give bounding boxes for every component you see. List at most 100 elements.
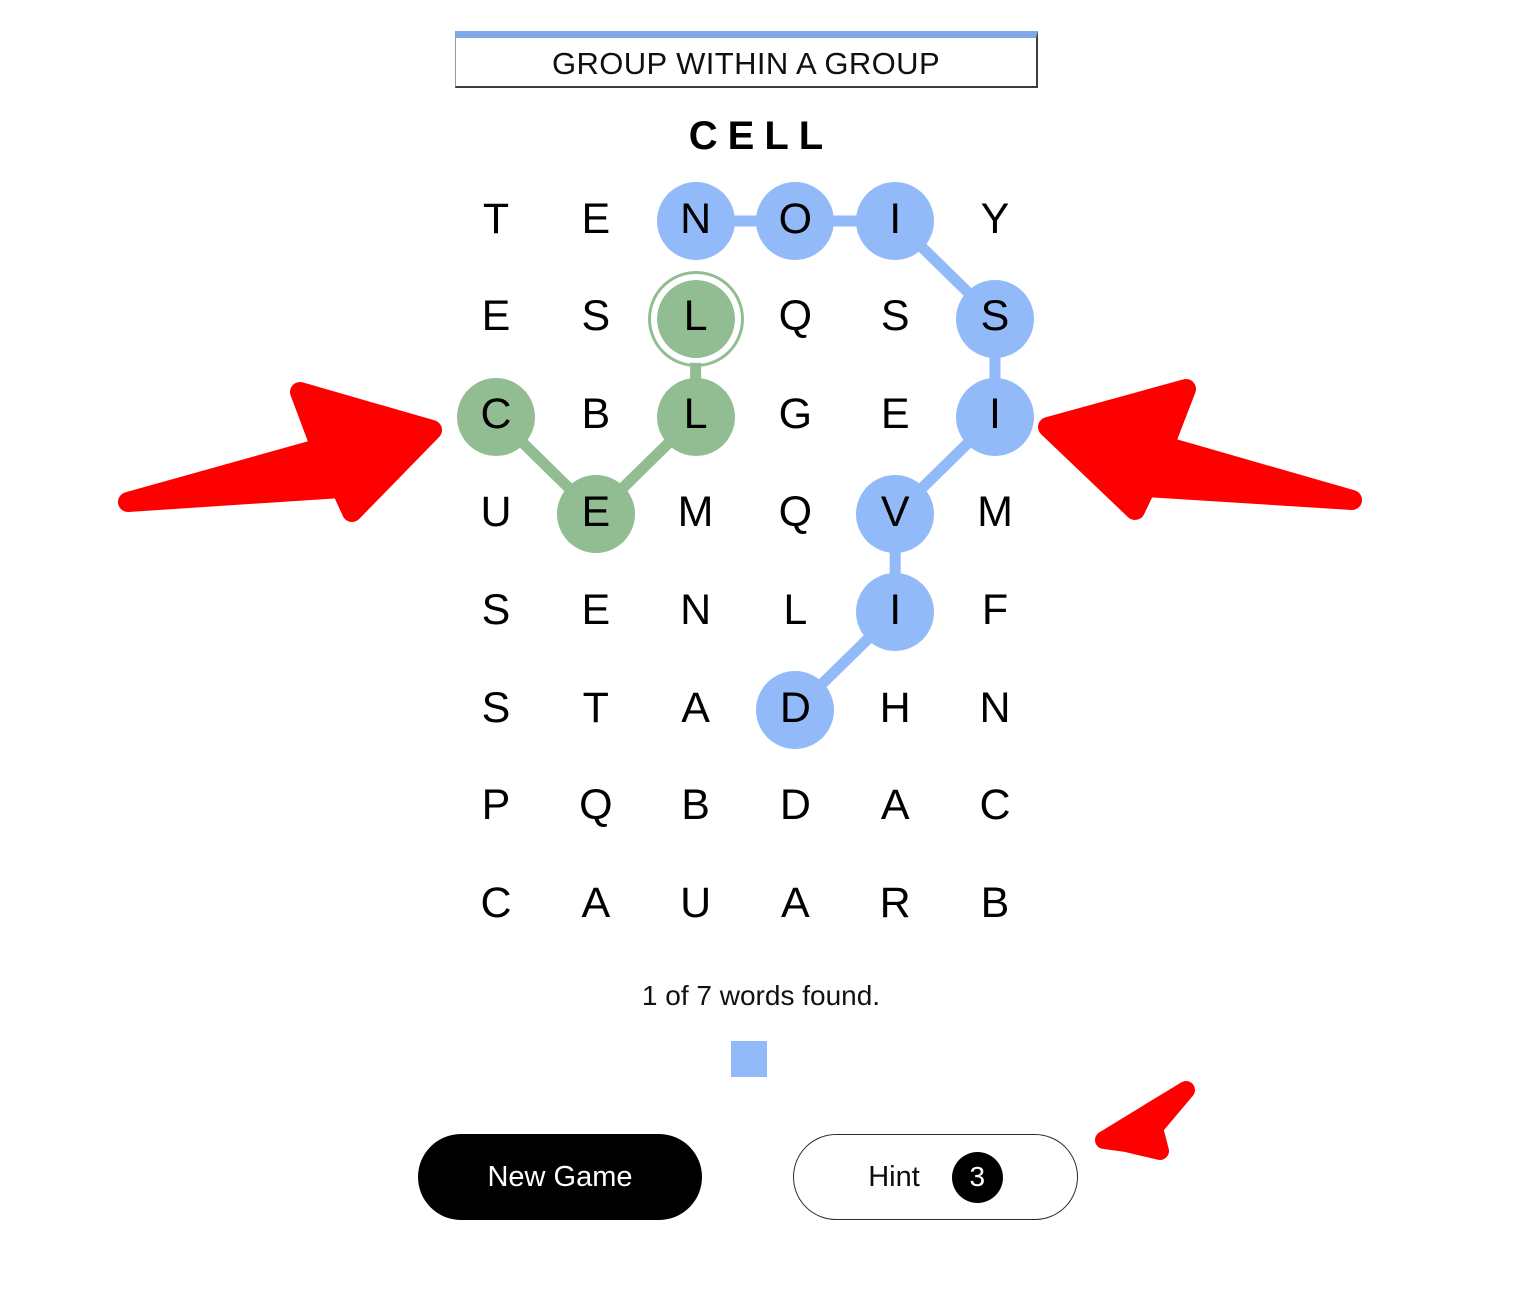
grid-cell-r6c1[interactable]: S [457,671,535,749]
category-banner: GROUP WITHIN A GROUP [455,31,1038,88]
grid-cell-letter: E [880,390,910,439]
grid-cell-r5c1[interactable]: S [457,573,535,651]
grid-cell-letter: N [680,585,712,634]
grid-cell-r6c3[interactable]: A [657,671,735,749]
grid-cell-r4c1[interactable]: U [457,475,535,553]
grid-cell-letter: A [781,879,810,928]
grid-cell-r7c4[interactable]: D [756,769,834,847]
grid-cell-letter: T [482,194,510,243]
grid-cell-letter: N [680,194,712,243]
grid-cell-letter: F [981,585,1009,634]
grid-cell-r2c3[interactable]: L [656,279,735,358]
grid-cell-letter: C [480,390,512,439]
grid-cell-letter: B [980,879,1010,928]
grid-cell-letter: C [480,879,512,928]
grid-cell-letter: C [979,781,1011,830]
grid-cell-r4c5[interactable]: V [856,475,935,554]
grid-cell-letter: Q [579,781,613,830]
grid-cell-letter: T [582,683,609,732]
grid-cell-r4c4[interactable]: Q [756,475,834,553]
grid-cell-letter: L [683,390,708,439]
grid-cell-letter: L [783,585,808,634]
grid-cell-r3c3[interactable]: L [656,377,735,456]
grid-cell-letter: O [778,194,813,243]
grid-cell-letter: I [889,585,902,634]
grid-cell-r5c5[interactable]: I [856,573,935,652]
grid-cell-letter: I [989,390,1001,439]
grid-cell-r7c6[interactable]: C [956,769,1034,847]
current-word-display: CELL [688,114,834,158]
grid-cell-letter: B [681,781,710,830]
grid-cell-r8c5[interactable]: R [856,867,934,945]
grid-cell-r6c6[interactable]: N [956,671,1034,749]
grid-cell-r1c2[interactable]: E [557,182,635,260]
grid-cell-r2c4[interactable]: Q [756,280,834,358]
arrow-pointing-to-hint-button-icon [1095,1081,1195,1160]
grid-cell-r4c3[interactable]: M [657,475,735,553]
grid-cell-letter: U [680,879,712,928]
grid-cell-r8c2[interactable]: A [557,867,635,945]
grid-cell-letter: L [683,292,708,341]
selection-path-lines [490,215,1001,716]
grid-cell-r2c5[interactable]: S [856,280,934,358]
grid-cell-letter: Q [778,487,813,536]
hint-label: Hint [868,1160,920,1193]
grid-cell-r3c6[interactable]: I [956,377,1034,456]
grid-cell-letter: A [581,879,611,928]
grid-cell-letter: B [581,390,611,439]
grid-cell-letter: M [677,487,714,536]
grid-cell-r1c3[interactable]: N [656,182,735,260]
grid-cell-r8c4[interactable]: A [756,867,834,945]
grid-cell-letter: S [581,292,611,341]
grid-cell-r1c5[interactable]: I [856,182,935,260]
grid-cell-r2c6[interactable]: S [956,279,1034,358]
grid-cell-r6c5[interactable]: H [856,671,934,749]
arrow-left-pointing-right-icon [118,382,442,522]
grid-cell-r4c6[interactable]: M [956,475,1034,553]
grid-cell-letter: D [779,683,811,732]
grid-cell-r3c1[interactable]: C [457,377,535,456]
grid-cell-r1c6[interactable]: Y [956,182,1034,260]
grid-cell-letter: A [880,781,910,830]
grid-cell-r8c3[interactable]: U [657,867,735,945]
grid-cell-letter: N [979,683,1011,732]
grid-cell-r3c5[interactable]: E [856,378,934,456]
grid-cell-r8c6[interactable]: B [956,867,1034,945]
grid-cell-letter: G [778,390,813,439]
grid-cell-r3c4[interactable]: G [756,378,834,456]
grid-cell-letter: E [481,292,511,341]
grid-cell-r6c2[interactable]: T [557,671,635,749]
grid-cell-r3c2[interactable]: B [557,378,635,456]
grid-cell-r5c6[interactable]: F [956,573,1034,651]
found-word-swatch [731,1041,767,1077]
grid-cell-letter: A [681,683,710,732]
grid-cell-letter: U [480,487,512,536]
grid-cell-letter: I [889,194,902,243]
grid-cell-r5c2[interactable]: E [557,573,635,651]
hint-count-badge: 3 [951,1151,1003,1203]
grid-cell-letter: Q [778,292,813,341]
grid-cell-r7c5[interactable]: A [856,769,934,847]
grid-cell-r7c3[interactable]: B [657,769,735,847]
grid-cell-letter: S [880,292,910,341]
letter-grid: TENOIYESLQSSCBLGEIUEMQVMSENLIFSTADHNPQBD… [0,0,1522,1297]
arrow-right-pointing-left-icon [1038,379,1362,520]
grid-cell-letter: D [779,781,811,830]
grid-cell-r1c1[interactable]: T [457,182,535,260]
grid-cell-r8c1[interactable]: C [457,867,535,945]
category-label: GROUP WITHIN A GROUP [551,46,941,81]
grid-cell-r1c4[interactable]: O [756,182,835,260]
grid-cell-r4c2[interactable]: E [556,475,635,554]
grid-cell-letter: E [581,585,611,634]
grid-cell-letter: E [581,194,611,243]
grid-cell-r5c4[interactable]: L [756,573,834,651]
grid-cell-r2c1[interactable]: E [457,280,535,358]
grid-cell-r7c2[interactable]: Q [557,769,635,847]
grid-cell-r6c4[interactable]: D [756,671,835,749]
new-game-button[interactable]: New Game [418,1134,702,1220]
hint-button[interactable]: Hint 3 [793,1134,1078,1220]
grid-cell-r2c2[interactable]: S [557,280,635,358]
grid-cell-letter: S [481,683,511,732]
grid-cell-r5c3[interactable]: N [657,573,735,651]
grid-cell-r7c1[interactable]: P [457,769,535,847]
